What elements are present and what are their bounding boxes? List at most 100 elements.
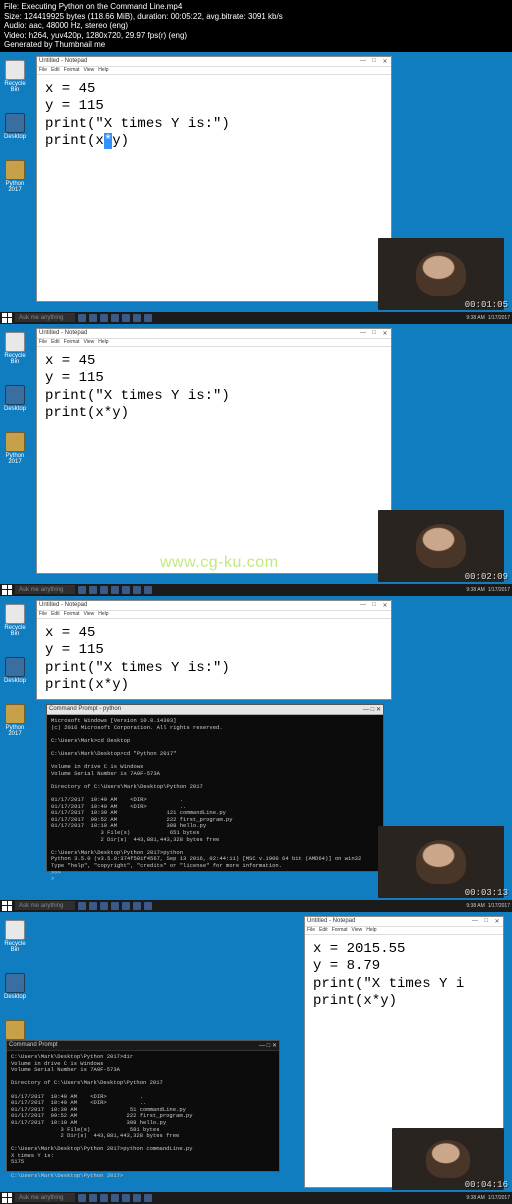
taskbar-app-icon[interactable] xyxy=(133,902,141,910)
desktop-icon-recycle[interactable]: Recycle Bin xyxy=(2,332,28,365)
taskbar-app-icon[interactable] xyxy=(133,1194,141,1202)
menu-file[interactable]: File xyxy=(39,67,47,73)
minimize-button-icon[interactable]: — xyxy=(359,58,367,65)
cmd-text-area[interactable]: Microsoft Windows [Version 10.0.14393] (… xyxy=(47,715,383,886)
taskbar-app-icon[interactable] xyxy=(111,586,119,594)
taskbar-app-icon[interactable] xyxy=(78,1194,86,1202)
close-button-icon[interactable]: ✕ xyxy=(493,918,501,925)
cmd-titlebar[interactable]: Command Prompt - python — □ ✕ xyxy=(47,705,383,715)
notepad-titlebar[interactable]: Untitled - Notepad — □ ✕ xyxy=(305,917,503,927)
minimize-button-icon[interactable]: — xyxy=(359,330,367,337)
notepad-text-area[interactable]: x = 2015.55 y = 8.79 print("X times Y i … xyxy=(305,935,503,1017)
desktop-icon-recycle[interactable]: Recycle Bin xyxy=(2,60,28,93)
taskbar-app-icon[interactable] xyxy=(122,586,130,594)
menu-view[interactable]: View xyxy=(84,339,95,345)
start-button-icon[interactable] xyxy=(2,585,12,595)
close-button-icon[interactable]: ✕ xyxy=(381,330,389,337)
desktop-icon-recycle[interactable]: Recycle Bin xyxy=(2,920,28,953)
taskbar-app-icon[interactable] xyxy=(144,586,152,594)
taskbar-app-icon[interactable] xyxy=(78,902,86,910)
desktop-icon-desktop[interactable]: Desktop xyxy=(2,973,28,1000)
menu-file[interactable]: File xyxy=(39,611,47,617)
maximize-button-icon[interactable]: □ xyxy=(370,602,378,609)
taskbar-app-icon[interactable] xyxy=(78,586,86,594)
menu-view[interactable]: View xyxy=(84,611,95,617)
menu-help[interactable]: Help xyxy=(98,67,108,73)
desktop-icon-recycle[interactable]: Recycle Bin xyxy=(2,604,28,637)
command-prompt-window[interactable]: Command Prompt - python — □ ✕ Microsoft … xyxy=(46,704,384,872)
taskbar-search-input[interactable]: Ask me anything xyxy=(15,901,75,910)
menu-format[interactable]: Format xyxy=(64,611,80,617)
taskbar-app-icon[interactable] xyxy=(89,902,97,910)
taskbar-app-icon[interactable] xyxy=(100,902,108,910)
menu-file[interactable]: File xyxy=(39,339,47,345)
windows-taskbar[interactable]: Ask me anything 9:38 AM 1/17/2017 xyxy=(0,900,512,912)
notepad-titlebar[interactable]: Untitled - Notepad — □ ✕ xyxy=(37,57,391,67)
menu-view[interactable]: View xyxy=(84,67,95,73)
taskbar-app-icon[interactable] xyxy=(133,586,141,594)
notepad-text-area[interactable]: x = 45 y = 115 print("X times Y is:") pr… xyxy=(37,347,391,429)
close-button-icon[interactable]: ✕ xyxy=(376,707,381,713)
taskbar-app-icon[interactable] xyxy=(144,314,152,322)
windows-taskbar[interactable]: Ask me anything 9:38 AM 1/17/2017 xyxy=(0,1192,512,1204)
menu-format[interactable]: Format xyxy=(64,67,80,73)
maximize-button-icon[interactable]: □ xyxy=(267,1043,271,1049)
menu-format[interactable]: Format xyxy=(64,339,80,345)
cmd-titlebar[interactable]: Command Prompt — □ ✕ xyxy=(7,1041,279,1051)
menu-help[interactable]: Help xyxy=(98,339,108,345)
minimize-button-icon[interactable]: — xyxy=(259,1043,265,1049)
notepad-window[interactable]: Untitled - Notepad — □ ✕ File Edit Forma… xyxy=(36,600,392,700)
notepad-text-area[interactable]: x = 45 y = 115 print("X times Y is:") pr… xyxy=(37,619,391,701)
menu-edit[interactable]: Edit xyxy=(51,67,60,73)
taskbar-app-icon[interactable] xyxy=(111,1194,119,1202)
notepad-titlebar[interactable]: Untitled - Notepad — □ ✕ xyxy=(37,329,391,339)
maximize-button-icon[interactable]: □ xyxy=(371,707,375,713)
menu-edit[interactable]: Edit xyxy=(319,927,328,933)
windows-taskbar[interactable]: Ask me anything 9:38 AM 1/17/2017 xyxy=(0,312,512,324)
start-button-icon[interactable] xyxy=(2,1193,12,1203)
desktop-icon-python2017[interactable]: Python 2017 xyxy=(2,432,28,465)
menu-view[interactable]: View xyxy=(352,927,363,933)
desktop-icon-python2017[interactable]: Python 2017 xyxy=(2,160,28,193)
close-button-icon[interactable]: ✕ xyxy=(272,1043,277,1049)
minimize-button-icon[interactable]: — xyxy=(363,707,369,713)
taskbar-app-icon[interactable] xyxy=(78,314,86,322)
taskbar-app-icon[interactable] xyxy=(100,314,108,322)
notepad-window[interactable]: Untitled - Notepad — □ ✕ File Edit Forma… xyxy=(36,328,392,574)
taskbar-app-icon[interactable] xyxy=(111,314,119,322)
taskbar-app-icon[interactable] xyxy=(111,902,119,910)
taskbar-app-icon[interactable] xyxy=(100,586,108,594)
desktop-icon-desktop[interactable]: Desktop xyxy=(2,385,28,412)
notepad-titlebar[interactable]: Untitled - Notepad — □ ✕ xyxy=(37,601,391,611)
taskbar-app-icon[interactable] xyxy=(133,314,141,322)
menu-file[interactable]: File xyxy=(307,927,315,933)
cmd-text-area[interactable]: C:\Users\Mark\Desktop\Python 2017>dir Vo… xyxy=(7,1051,279,1182)
windows-taskbar[interactable]: Ask me anything 9:38 AM 1/17/2017 xyxy=(0,584,512,596)
minimize-button-icon[interactable]: — xyxy=(359,602,367,609)
maximize-button-icon[interactable]: □ xyxy=(370,330,378,337)
desktop-icon-desktop[interactable]: Desktop xyxy=(2,113,28,140)
start-button-icon[interactable] xyxy=(2,313,12,323)
close-button-icon[interactable]: ✕ xyxy=(381,58,389,65)
desktop-icon-desktop[interactable]: Desktop xyxy=(2,657,28,684)
start-button-icon[interactable] xyxy=(2,901,12,911)
taskbar-search-input[interactable]: Ask me anything xyxy=(15,585,75,594)
taskbar-app-icon[interactable] xyxy=(100,1194,108,1202)
maximize-button-icon[interactable]: □ xyxy=(482,918,490,925)
minimize-button-icon[interactable]: — xyxy=(471,918,479,925)
taskbar-app-icon[interactable] xyxy=(89,1194,97,1202)
notepad-text-area[interactable]: x = 45 y = 115 print("X times Y is:") pr… xyxy=(37,75,391,157)
taskbar-app-icon[interactable] xyxy=(89,586,97,594)
taskbar-app-icon[interactable] xyxy=(122,314,130,322)
maximize-button-icon[interactable]: □ xyxy=(370,58,378,65)
taskbar-app-icon[interactable] xyxy=(89,314,97,322)
menu-edit[interactable]: Edit xyxy=(51,339,60,345)
taskbar-search-input[interactable]: Ask me anything xyxy=(15,1193,75,1202)
taskbar-app-icon[interactable] xyxy=(144,902,152,910)
menu-help[interactable]: Help xyxy=(98,611,108,617)
taskbar-app-icon[interactable] xyxy=(122,1194,130,1202)
notepad-window[interactable]: Untitled - Notepad — □ ✕ File Edit Forma… xyxy=(36,56,392,302)
menu-format[interactable]: Format xyxy=(332,927,348,933)
command-prompt-window[interactable]: Command Prompt — □ ✕ C:\Users\Mark\Deskt… xyxy=(6,1040,280,1172)
taskbar-app-icon[interactable] xyxy=(144,1194,152,1202)
